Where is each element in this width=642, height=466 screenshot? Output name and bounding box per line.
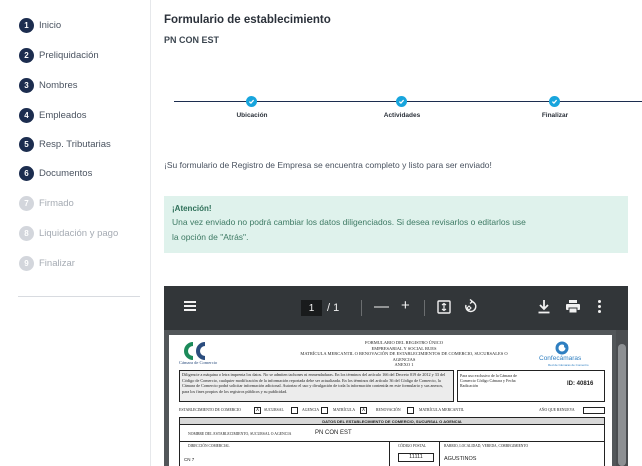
step-number: 5 — [19, 136, 34, 152]
step-label: Nombres — [39, 79, 78, 91]
step-number: 3 — [19, 77, 34, 93]
progress-node-finalizar — [549, 96, 560, 107]
brand-name: Confecámaras — [539, 355, 582, 362]
pdf-scroll-thumb[interactable] — [618, 344, 626, 466]
form-header: FORMULARIO DEL REGISTRO ÚNICO EMPRESARIA… — [300, 340, 508, 367]
step-label: Empleados — [39, 109, 87, 121]
logo-caption: Cámara de Comercio — [179, 360, 218, 365]
step-number: 9 — [19, 255, 34, 271]
completion-message: ¡Su formulario de Registro de Empresa se… — [164, 160, 492, 170]
sidebar-step-finalizar[interactable]: 9 Finalizar — [19, 254, 75, 272]
page-subtitle: PN CON EST — [164, 35, 220, 45]
barrio-cell: BARRIO, LOCALIDAD, VEREDA, CORREGIMIENTO… — [444, 444, 529, 462]
step-number: 4 — [19, 107, 34, 123]
page-number-input[interactable]: 1 — [301, 300, 322, 316]
alert-body: Una vez enviado no podrá cambiar los dat… — [172, 217, 526, 242]
address-cell: DIRECCIÓN COMERCIAL CN 7 — [180, 442, 390, 466]
page-total: / 1 — [327, 302, 340, 314]
year-box — [583, 407, 605, 414]
sidebar-step-preliquidacion[interactable]: 2 Preliquidación — [19, 46, 99, 64]
alert-title: ¡Atención! — [172, 204, 212, 213]
sidebar-step-firmado[interactable]: 7 Firmado — [19, 194, 74, 212]
fit-page-icon[interactable] — [437, 300, 451, 314]
steps-sidebar: 1 Inicio 2 Preliquidación 3 Nombres 4 Em… — [0, 0, 150, 466]
brand-subtitle: Red de Cámaras de Comercio — [548, 363, 589, 367]
progress-track — [174, 101, 642, 102]
sidebar-step-documentos[interactable]: 6 Documentos — [19, 164, 92, 182]
warning-alert: ¡Atención! Una vez enviado no podrá camb… — [164, 196, 628, 253]
sidebar-border — [150, 0, 151, 466]
establecimiento-checkbox: X — [254, 407, 261, 414]
step-label: Firmado — [39, 197, 74, 209]
more-icon[interactable] — [598, 300, 602, 314]
sidebar-divider — [18, 296, 140, 297]
progress-label-actividades: Actividades — [383, 112, 421, 119]
step-label: Inicio — [39, 19, 62, 31]
step-label: Preliquidación — [39, 49, 99, 61]
rotate-icon[interactable] — [462, 299, 477, 314]
agencia-checkbox — [321, 407, 328, 414]
step-number: 6 — [19, 165, 34, 181]
confecamaras-logo — [555, 341, 569, 355]
pdf-viewer: 1 / 1 — + Cámara de Comercio FORMULARIO … — [164, 286, 628, 466]
step-number: 7 — [19, 195, 34, 211]
matricula-checkbox: X — [360, 407, 367, 414]
check-icon — [398, 99, 405, 105]
zoom-in-button[interactable]: + — [401, 297, 410, 315]
sidebar-step-liquidacion-pago[interactable]: 8 Liquidación y pago — [19, 224, 118, 242]
step-label: Finalizar — [39, 257, 75, 269]
postal-code-cell: CÓDIGO POSTAL 11111 — [390, 442, 440, 466]
form-id: ID: 40816 — [567, 381, 594, 387]
check-icon — [551, 99, 558, 105]
progress-label-ubicacion: Ubicación — [236, 112, 268, 119]
check-icon — [248, 99, 255, 105]
step-number: 2 — [19, 47, 34, 63]
sidebar-step-resp-tributarias[interactable]: 5 Resp. Tributarias — [19, 135, 111, 153]
menu-icon[interactable] — [184, 301, 196, 311]
name-row: NOMBRE DEL ESTABLECIMIENTO, SUCURSAL O A… — [180, 425, 604, 442]
toolbar-separator — [424, 300, 425, 316]
sidebar-step-inicio[interactable]: 1 Inicio — [19, 16, 61, 34]
page-title: Formulario de establecimiento — [164, 14, 331, 26]
step-label: Documentos — [39, 167, 93, 179]
toolbar-separator — [361, 300, 362, 316]
step-label: Liquidación y pago — [39, 227, 119, 239]
step-number: 1 — [19, 17, 34, 33]
progress-node-actividades — [396, 96, 407, 107]
step-number: 8 — [19, 225, 34, 241]
sidebar-step-nombres[interactable]: 3 Nombres — [19, 76, 78, 94]
pdf-toolbar: 1 / 1 — + — [164, 286, 628, 330]
sidebar-step-empleados[interactable]: 4 Empleados — [19, 106, 87, 124]
section-title: DATOS DEL ESTABLECIMIENTO DE COMERCIO, S… — [180, 418, 604, 425]
instructions-box: Diligencie a máquina o letra imprenta lo… — [179, 370, 454, 402]
zoom-out-button[interactable]: — — [374, 298, 389, 316]
download-icon[interactable] — [537, 299, 551, 314]
print-icon[interactable] — [565, 299, 581, 314]
establishment-data-table: DATOS DEL ESTABLECIMIENTO DE COMERCIO, S… — [179, 417, 605, 466]
pdf-page: Cámara de Comercio FORMULARIO DEL REGIST… — [169, 335, 612, 466]
progress-label-finalizar: Finalizar — [541, 112, 569, 119]
sucursal-checkbox — [291, 407, 298, 414]
progress-node-ubicacion — [246, 96, 257, 107]
camara-comercio-logo — [184, 342, 206, 360]
renovacion-checkbox — [407, 407, 414, 414]
step-label: Resp. Tributarias — [39, 138, 111, 150]
registration-type-row: ESTABLECIMIENTO DE COMERCIO X SUCURSAL A… — [179, 407, 605, 416]
